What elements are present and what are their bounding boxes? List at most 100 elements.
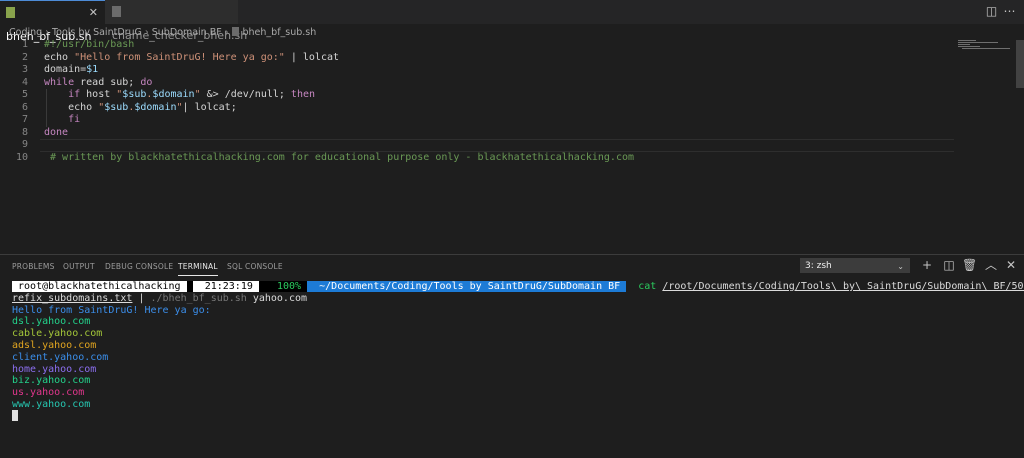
code-token: done [44,126,69,138]
line-number: 6 [21,101,28,113]
shell-file-icon [6,7,15,18]
editor-scrollbar[interactable] [1016,40,1024,88]
code-token: if [68,89,81,100]
command-arg: /root/Documents/Coding/Tools\ by\ SaintD… [662,281,1024,292]
terminal-command-line: refix_subdomains.txt | ./bheh_bf_sub.sh … [12,293,307,305]
code-token: # written by blackhatethicalhacking.com … [44,151,635,163]
terminal-output-line: biz.yahoo.com [12,375,91,387]
tab-cname-checker[interactable]: cname_checker_bheh.sh [105,0,247,42]
code-token: while [44,76,75,88]
chevron-right-icon: › [45,27,49,38]
code-text: #!/usr/bin/bash [44,39,134,51]
code-editor[interactable]: 1 #!/usr/bin/bash 2 echo "Hello from SaintD… [0,38,1024,252]
command-script: ./bheh_bf_sub.sh [150,293,247,304]
breadcrumb-item[interactable]: SubDomain BF [152,27,222,38]
terminal-output-line: Hello from SaintDruG! Here ya go: [12,304,211,316]
terminal-output-line: us.yahoo.com [12,387,85,399]
code-text: # written by blackhatethicalhacking.com … [44,152,634,164]
breadcrumb-item[interactable]: Coding [9,27,42,38]
chevron-right-icon: › [224,27,229,38]
code-token: echo [44,101,99,113]
terminal-output-line: cable.yahoo.com [12,328,103,340]
prompt-glyph [186,281,193,292]
prompt-glyph [192,281,199,292]
close-icon[interactable]: ✕ [1004,258,1018,272]
panel-tab-debug-console[interactable]: DEBUG CONSOLE [105,262,173,271]
code-text: fi [44,114,80,126]
chevron-right-icon: › [144,27,149,38]
code-text: while read sub; do [44,77,152,89]
line-number: 2 [21,51,28,63]
code-token: do [140,76,153,88]
line-number: 5 [21,89,28,100]
panel-tab-terminal[interactable]: TERMINAL [178,262,218,276]
minimap[interactable] [956,40,1014,50]
terminal-select-value: 3: zsh [805,261,832,271]
breadcrumb-item[interactable]: Tools by SaintDruG [52,27,142,38]
code-token: $1 [86,64,99,75]
terminal-output-line: client.yahoo.com [12,351,109,363]
current-line-highlight [40,139,954,152]
code-token: domain= [44,64,87,75]
line-number: 8 [21,126,28,138]
terminal-prompt-line: root@blackhatethicalhacking 21:23:19 100… [12,281,1024,293]
code-token: $domain [134,101,177,113]
line-number: 10 [15,151,28,163]
prompt-time: 21:23:19 [198,281,259,292]
split-editor-icon[interactable]: ◫ [985,5,998,18]
code-token: | lolcat [284,51,340,63]
more-actions-icon[interactable]: ⋯ [1003,5,1016,18]
shell-file-icon [112,6,121,17]
command-domain: yahoo.com [246,293,308,304]
chevron-up-icon[interactable]: ︿ [984,258,998,272]
code-token: fi [68,114,81,125]
line-number: 1 [21,39,28,50]
plus-icon[interactable]: + [920,258,934,272]
command-pipe: | [132,293,151,304]
terminal[interactable]: root@blackhatethicalhacking 21:23:19 100… [12,281,1024,421]
terminal-output-line: home.yahoo.com [12,363,97,375]
line-number: 3 [21,64,28,75]
code-token: read sub; [74,76,141,88]
code-token: &> /dev/null; [200,89,291,100]
prompt-path: ~/Documents/Coding/Tools by SaintDruG/Su… [313,281,627,292]
terminal-cursor [12,410,18,421]
code-token: then [290,89,316,100]
terminal-output-line: dsl.yahoo.com [12,316,91,328]
code-token: #!/usr/bin/bash [44,39,135,50]
terminal-select[interactable]: 3: zsh ⌄ [800,258,910,273]
panel-tab-sql-console[interactable]: SQL CONSOLE [227,262,283,271]
code-token: $domain [152,89,195,100]
code-text: echo "$sub.$domain"| lolcat; [44,102,237,114]
line-number: 4 [21,76,28,88]
chevron-down-icon: ⌄ [897,262,904,271]
code-token: $sub [104,101,129,113]
code-text: done [44,127,68,139]
code-token: $sub [122,89,147,100]
panel-tab-output[interactable]: OUTPUT [63,262,95,271]
code-token: "Hello from SaintDruG! Here ya go:" [74,51,285,63]
code-text: if host "$sub.$domain" &> /dev/null; the… [44,89,315,101]
shell-file-icon [231,27,239,36]
command-arg: refix_subdomains.txt [12,293,133,304]
code-text: echo "Hello from SaintDruG! Here ya go:"… [44,52,339,64]
prompt-battery: 100% [270,281,308,292]
trash-icon[interactable]: 🗑 [962,258,977,272]
code-token: echo [44,51,75,63]
prompt-glyph [626,281,632,292]
panel-tab-problems[interactable]: PROBLEMS [12,262,55,271]
split-icon[interactable]: ◫ [942,258,956,272]
breadcrumb-item[interactable]: bheh_bf_sub.sh [243,27,317,38]
close-tab-icon[interactable]: ✕ [89,1,98,25]
tab-bheh-bf-sub[interactable]: bheh_bf_sub.sh ✕ [0,0,105,43]
code-token: | lolcat; [182,101,237,113]
command-name: cat [638,281,657,292]
terminal-output-line: www.yahoo.com [12,399,91,410]
editor-tab-bar: bheh_bf_sub.sh ✕ cname_checker_bheh.sh ◫… [0,0,1024,43]
line-number: 7 [21,114,28,125]
code-token: host [80,89,117,100]
prompt-user: root@blackhatethicalhacking [12,281,187,292]
code-text: domain=$1 [44,64,98,76]
